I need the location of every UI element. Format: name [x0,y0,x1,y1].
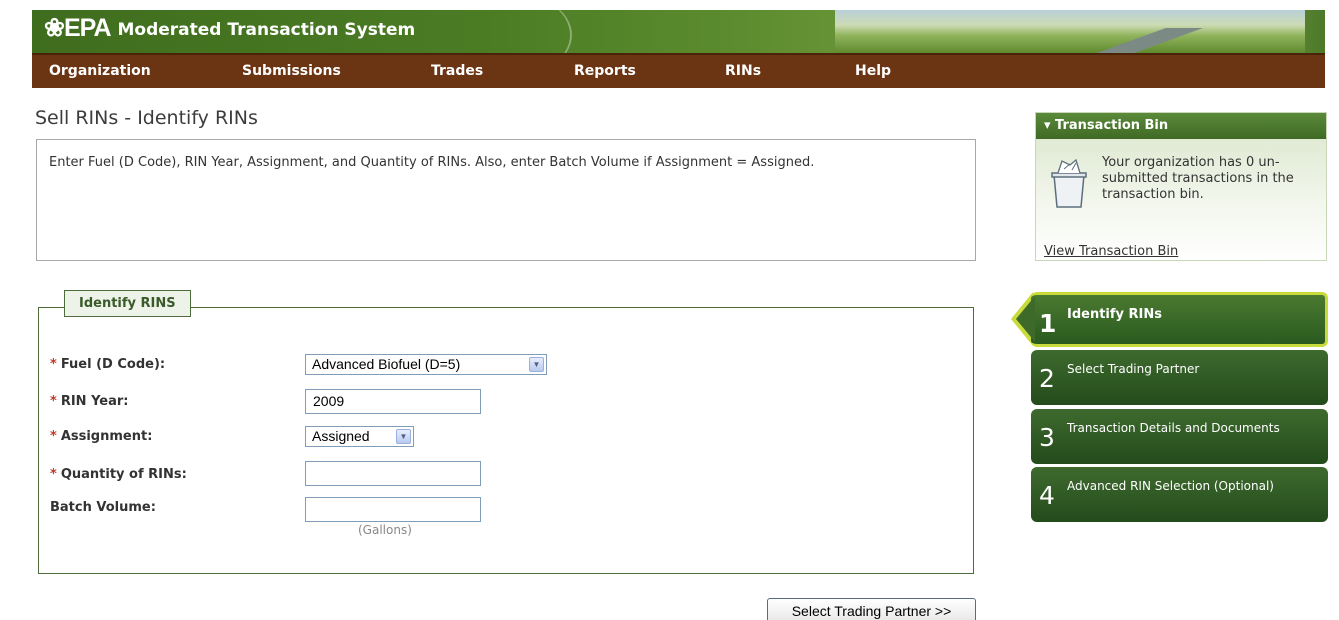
rin-year-value: 2009 [313,393,345,409]
batch-volume-input[interactable] [305,497,481,522]
assignment-label-text: Assignment: [60,429,153,444]
nav-rins[interactable]: RINs [725,63,761,79]
instructions-box: Enter Fuel (D Code), RIN Year, Assignmen… [36,139,976,261]
view-transaction-bin-link[interactable]: View Transaction Bin [1044,244,1178,259]
required-marker: * [50,357,57,372]
required-marker: * [50,394,57,409]
banner-landscape-image [835,10,1305,53]
active-step-pointer-fill [1016,296,1035,342]
main-nav: Organization Submissions Trades Reports … [32,53,1325,88]
fuel-select-value: Advanced Biofuel (D=5) [312,356,461,372]
nav-trades[interactable]: Trades [431,63,483,79]
step-number: 1 [1039,309,1057,338]
system-title: Moderated Transaction System [117,20,416,40]
identify-rins-fieldset [38,307,974,574]
select-trading-partner-button[interactable]: Select Trading Partner >> [767,598,976,620]
nav-help[interactable]: Help [855,63,891,79]
required-marker: * [50,429,57,444]
transaction-bin-header[interactable]: ▾ Transaction Bin [1036,113,1326,139]
batch-volume-label-text: Batch Volume: [50,500,156,515]
epa-logo-mark: ❀EPA [44,14,111,42]
nav-reports[interactable]: Reports [574,63,636,79]
step-label: Advanced RIN Selection (Optional) [1067,479,1274,493]
step-number: 3 [1039,423,1055,452]
step-1-identify-rins[interactable]: 1 Identify RINs [1031,292,1328,347]
step-number: 2 [1039,364,1055,393]
trash-bin-icon [1051,159,1087,208]
rin-year-input[interactable]: 2009 [305,389,481,414]
nav-submissions[interactable]: Submissions [242,63,341,79]
banner-decoration [432,10,572,53]
chevron-down-icon[interactable]: ▼ [396,429,411,444]
step-3-transaction-details[interactable]: 3 Transaction Details and Documents [1031,409,1328,464]
fuel-label: * Fuel (D Code): [50,357,165,372]
site-header: ❀EPA Moderated Transaction System Organi… [0,0,1339,88]
assignment-label: * Assignment: [50,429,152,444]
fieldset-legend: Identify RINS [64,290,191,317]
step-4-advanced-rin-selection[interactable]: 4 Advanced RIN Selection (Optional) [1031,467,1328,522]
required-marker: * [50,467,57,482]
assignment-select-value: Assigned [312,428,370,444]
epa-logo[interactable]: ❀EPA Moderated Transaction System [44,13,415,43]
step-label: Select Trading Partner [1067,362,1200,376]
header-banner: ❀EPA Moderated Transaction System [32,10,1325,53]
step-2-select-trading-partner[interactable]: 2 Select Trading Partner [1031,350,1328,405]
step-number: 4 [1039,481,1055,510]
fuel-label-text: Fuel (D Code): [60,357,166,372]
transaction-bin-message: Your organization has 0 un-submitted tra… [1102,155,1294,202]
assignment-select[interactable]: Assigned ▼ [305,426,414,447]
rin-year-label-text: RIN Year: [60,394,129,409]
instructions-text: Enter Fuel (D Code), RIN Year, Assignmen… [49,155,815,170]
step-label: Identify RINs [1067,307,1163,322]
chevron-down-icon[interactable]: ▼ [529,357,544,372]
quantity-label-text: Quantity of RINs: [60,467,187,482]
nav-organization[interactable]: Organization [49,63,151,79]
batch-volume-unit-hint: (Gallons) [358,523,412,537]
quantity-label: * Quantity of RINs: [50,467,187,482]
step-label: Transaction Details and Documents [1067,421,1280,435]
rin-year-label: * RIN Year: [50,394,129,409]
fuel-select[interactable]: Advanced Biofuel (D=5) ▼ [305,354,547,375]
page-title: Sell RINs - Identify RINs [35,107,258,129]
transaction-bin-panel: ▾ Transaction Bin Your organization has … [1035,112,1327,261]
banner-road-graphic [1065,28,1245,53]
batch-volume-label: Batch Volume: [50,500,156,515]
quantity-input[interactable] [305,461,481,486]
